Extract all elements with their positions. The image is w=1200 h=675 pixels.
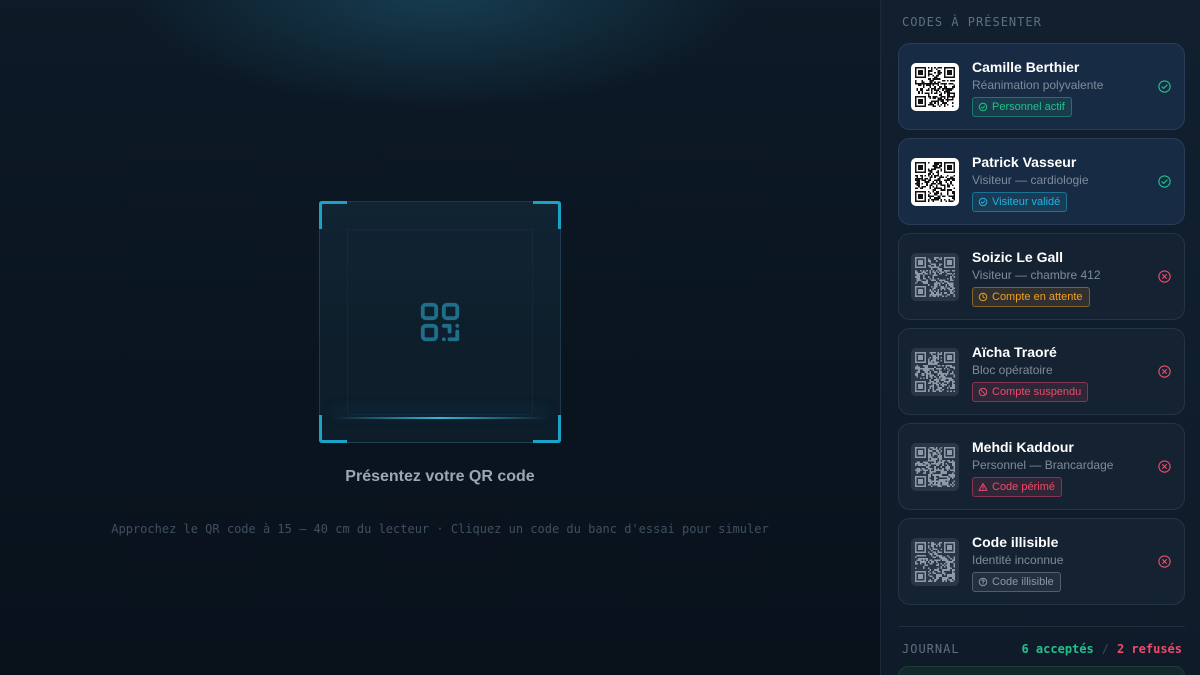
status-badge: Personnel actif [972,97,1072,117]
scanner-area: Présentez votre QR code Approchez le QR … [0,0,880,675]
card-role: Personnel — Brancardage [972,458,1114,472]
counts-separator: / [1101,642,1109,656]
check-circle-icon [1157,79,1172,94]
x-circle-icon [1157,554,1172,569]
card-role: Identité inconnue [972,553,1064,567]
qr-code-thumbnail [911,348,959,396]
x-circle-icon [1157,364,1172,379]
journal-counts: 6 acceptés / 2 refusés [1021,642,1182,656]
journal-entry [898,666,1185,675]
qr-code-thumbnail [911,538,959,586]
card-name: Patrick Vasseur [972,154,1077,170]
card-role: Visiteur — cardiologie [972,173,1089,187]
qr-code-icon [420,302,460,342]
clock-icon [978,292,988,302]
scanner-corner-top-left [319,201,347,229]
scanner-corner-bottom-right [533,415,561,443]
status-badge: Compte suspendu [972,382,1089,402]
qr-code-thumbnail [911,443,959,491]
card-role: Réanimation polyvalente [972,78,1104,92]
card-name: Camille Berthier [972,59,1080,75]
check-circle-icon [978,197,988,207]
x-circle-icon [1157,459,1172,474]
scan-hint: Approchez le QR code à 15 – 40 cm du lec… [111,522,769,536]
code-card[interactable]: Mehdi Kaddour Personnel — Brancardage Co… [898,423,1185,510]
status-badge: Visiteur validé [972,192,1068,212]
scan-line [332,417,548,419]
qr-code-thumbnail [911,253,959,301]
scan-prompt: Présentez votre QR code [345,468,535,485]
test-codes-panel: CODES À PRÉSENTER Camille Berthier Réani… [880,0,1200,675]
question-circle-icon [978,577,988,587]
code-card[interactable]: Code illisible Identité inconnue Code il… [898,518,1185,605]
refused-count: 2 refusés [1116,642,1182,656]
code-card[interactable]: Soizic Le Gall Visiteur — chambre 412 Co… [898,233,1185,320]
card-name: Mehdi Kaddour [972,439,1074,455]
ban-icon [978,387,988,397]
codes-section-title: CODES À PRÉSENTER [902,15,1042,29]
status-badge: Compte en attente [972,287,1090,307]
card-name: Soizic Le Gall [972,249,1064,265]
code-card[interactable]: Aïcha Traoré Bloc opératoire Compte susp… [898,328,1185,415]
card-role: Bloc opératoire [972,363,1053,377]
code-card[interactable]: Patrick Vasseur Visiteur — cardiologie V… [898,138,1185,225]
scanner-corner-top-right [533,201,561,229]
card-role: Visiteur — chambre 412 [972,268,1101,282]
status-badge: Code illisible [972,572,1061,592]
card-name: Aïcha Traoré [972,344,1057,360]
journal-divider [898,626,1185,627]
status-badge: Code périmé [972,477,1062,497]
warning-triangle-icon [978,482,988,492]
qr-scanner-frame [319,201,561,443]
card-name: Code illisible [972,534,1059,550]
qr-code-thumbnail [911,158,959,206]
qr-code-thumbnail [911,63,959,111]
code-card[interactable]: Camille Berthier Réanimation polyvalente… [898,43,1185,130]
accepted-count: 6 acceptés [1021,642,1094,656]
check-circle-icon [978,102,988,112]
x-circle-icon [1157,269,1172,284]
scanner-corner-bottom-left [319,415,347,443]
check-circle-icon [1157,174,1172,189]
journal-title: JOURNAL [902,642,960,656]
